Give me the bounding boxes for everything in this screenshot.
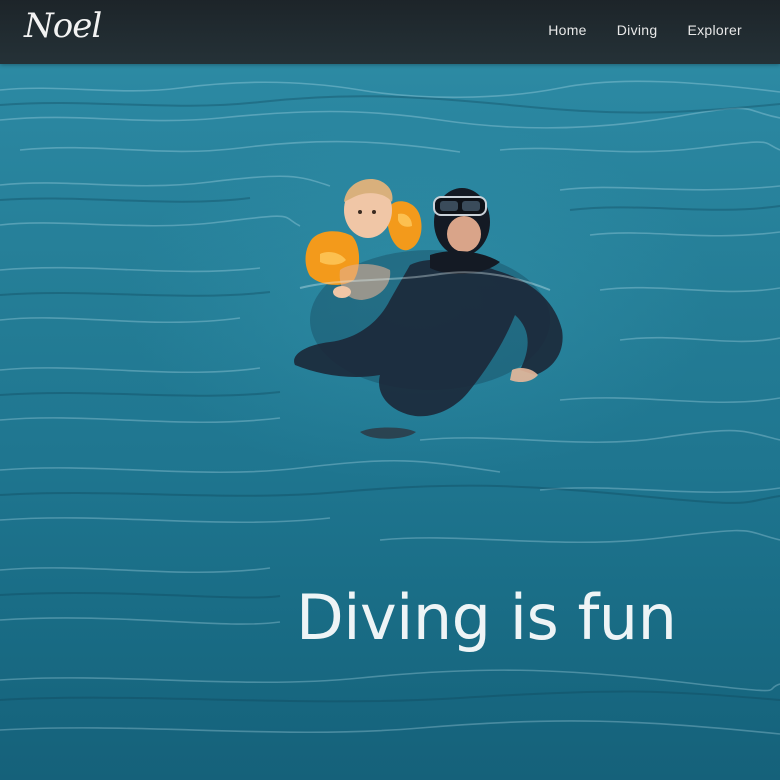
nav-link-explorer[interactable]: Explorer xyxy=(687,20,742,40)
brand-logo[interactable]: Noel xyxy=(24,6,102,46)
page: Noel Home Diving Explorer Diving is fun xyxy=(0,0,780,780)
nav-links: Home Diving Explorer xyxy=(548,20,742,40)
hero-headline: Diving is fun xyxy=(296,581,677,654)
hero-section xyxy=(0,0,780,780)
nav-link-diving[interactable]: Diving xyxy=(617,20,658,40)
nav-link-home[interactable]: Home xyxy=(548,20,587,40)
top-navbar: Noel Home Diving Explorer xyxy=(0,0,780,64)
swimmers-photo xyxy=(294,178,563,439)
